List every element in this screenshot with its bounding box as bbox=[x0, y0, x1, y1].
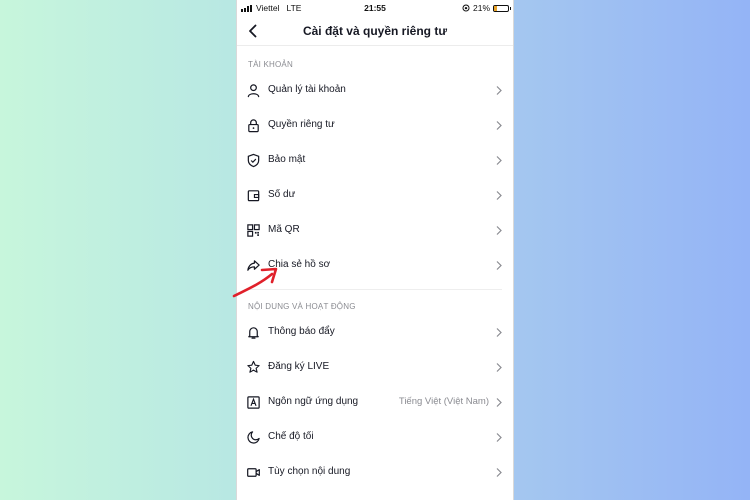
page-title: Cài đặt và quyền riêng tư bbox=[302, 24, 448, 38]
chevron-right-icon bbox=[496, 328, 502, 337]
menu-item-label: Số dư bbox=[268, 189, 296, 200]
menu-item-security[interactable]: Bảo mật bbox=[237, 143, 513, 178]
chevron-right-icon bbox=[496, 156, 502, 165]
chevron-right-icon bbox=[496, 86, 502, 95]
menu-item-privacy[interactable]: Quyền riêng tư bbox=[237, 108, 513, 143]
live-star-icon bbox=[246, 360, 261, 375]
section-label-content-activity: NỘI DUNG VÀ HOẠT ĐỘNG bbox=[248, 302, 356, 311]
phone-screen: Viettel LTE 21:55 21% Cài đặt và quyền r… bbox=[236, 0, 514, 500]
battery-icon bbox=[493, 4, 511, 12]
menu-item-label: Bảo mật bbox=[268, 154, 306, 165]
person-icon bbox=[246, 83, 261, 98]
language-icon bbox=[246, 395, 261, 410]
status-right: 21% bbox=[462, 3, 511, 13]
menu-item-label: Thông báo đẩy bbox=[268, 326, 335, 337]
menu-item-label: Mã QR bbox=[268, 224, 300, 235]
menu-item-label: Quản lý tài khoản bbox=[268, 84, 346, 95]
menu-item-app-language[interactable]: Ngôn ngữ ứng dụng Tiếng Việt (Việt Nam) bbox=[237, 385, 513, 420]
menu-item-dark-mode[interactable]: Chế độ tối bbox=[237, 420, 513, 455]
nav-header: Cài đặt và quyền riêng tư bbox=[237, 17, 513, 46]
menu-item-content-preferences[interactable]: Tùy chọn nội dung bbox=[237, 455, 513, 490]
menu-item-label: Đăng ký LIVE bbox=[268, 361, 330, 372]
chevron-right-icon bbox=[496, 191, 502, 200]
video-icon bbox=[246, 465, 261, 480]
menu-item-qr-code[interactable]: Mã QR bbox=[237, 213, 513, 248]
battery-percent: 21% bbox=[472, 3, 490, 13]
menu-item-live-subscription[interactable]: Đăng ký LIVE bbox=[237, 350, 513, 385]
menu-item-label: Chế độ tối bbox=[268, 431, 314, 442]
status-bar: Viettel LTE 21:55 21% bbox=[237, 0, 513, 17]
menu-item-label: Quyền riêng tư bbox=[268, 119, 335, 130]
shield-icon bbox=[246, 153, 261, 168]
chevron-right-icon bbox=[496, 226, 502, 235]
menu-item-label: Tùy chọn nội dung bbox=[268, 466, 351, 477]
menu-item-push-notifications[interactable]: Thông báo đẩy bbox=[237, 315, 513, 350]
menu-item-label: Ngôn ngữ ứng dụng bbox=[268, 396, 359, 407]
chevron-right-icon bbox=[496, 363, 502, 372]
chevron-right-icon bbox=[496, 121, 502, 130]
current-language-value: Tiếng Việt (Việt Nam) bbox=[398, 396, 489, 407]
lock-icon bbox=[246, 118, 261, 133]
chevron-right-icon bbox=[496, 261, 502, 270]
chevron-right-icon bbox=[496, 468, 502, 477]
section-label-account: TÀI KHOẢN bbox=[248, 60, 293, 69]
orientation-lock-icon bbox=[462, 4, 470, 12]
chevron-right-icon bbox=[496, 433, 502, 442]
qr-code-icon bbox=[246, 223, 261, 238]
chevron-right-icon bbox=[496, 398, 502, 407]
annotation-arrow-icon bbox=[232, 267, 278, 298]
bell-icon bbox=[246, 325, 261, 340]
menu-item-balance[interactable]: Số dư bbox=[237, 178, 513, 213]
menu-item-manage-account[interactable]: Quản lý tài khoản bbox=[237, 73, 513, 108]
moon-icon bbox=[246, 430, 261, 445]
wallet-icon bbox=[246, 188, 261, 203]
